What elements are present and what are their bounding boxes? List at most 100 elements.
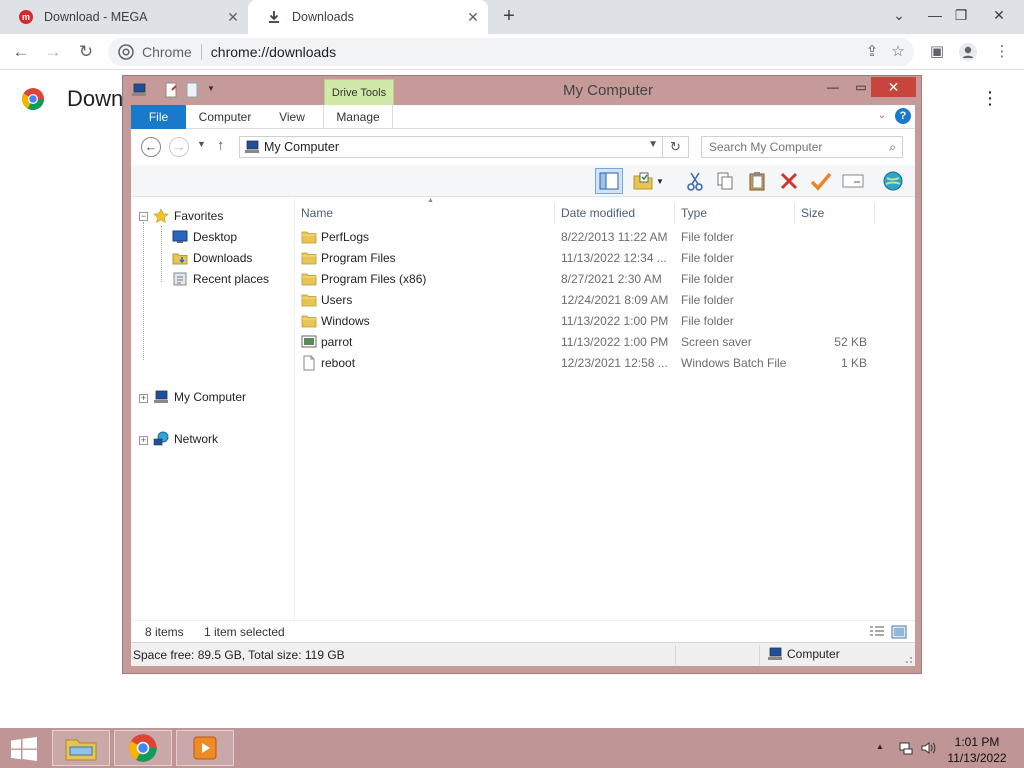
resize-grip-icon[interactable] (903, 654, 913, 664)
tab-manage[interactable]: Manage (323, 105, 393, 129)
minimize-button[interactable]: — (924, 4, 946, 26)
windows-start-icon[interactable] (10, 737, 38, 761)
folder-icon (301, 313, 317, 329)
taskbar-chrome[interactable] (114, 730, 172, 766)
close-window-button[interactable]: ✕ (988, 4, 1010, 26)
chevron-down-icon[interactable]: ▼ (648, 139, 658, 150)
customize-quick-access-icon[interactable]: ▼ (207, 84, 215, 93)
volume-icon[interactable] (920, 740, 936, 756)
desktop-icon (172, 229, 188, 245)
large-icons-view-icon[interactable] (891, 624, 907, 640)
address-text: My Computer (264, 140, 340, 154)
tab-computer[interactable]: Computer (191, 105, 259, 129)
page-title: Down (67, 86, 124, 111)
tab-search-icon[interactable]: ⌄ (888, 4, 910, 26)
column-header-name[interactable]: Name (295, 203, 555, 223)
paste-icon[interactable] (743, 168, 771, 194)
tab-file[interactable]: File (131, 105, 186, 129)
explorer-close-button[interactable]: ✕ (871, 77, 916, 97)
back-arrow-icon[interactable]: ← (10, 41, 32, 63)
copy-icon[interactable] (711, 168, 739, 194)
column-header-size[interactable]: Size (795, 203, 875, 223)
table-row[interactable]: parrot 11/13/2022 1:00 PM Screen saver 52 K… (295, 332, 915, 353)
clock-date[interactable]: 11/13/2022 (940, 751, 1014, 765)
chevron-down-icon[interactable]: ▼ (653, 168, 667, 194)
details-view-icon[interactable] (869, 624, 885, 640)
network-tray-icon[interactable] (898, 740, 914, 756)
nav-favorites[interactable]: Favorites (153, 206, 223, 226)
delete-icon[interactable] (775, 168, 803, 194)
table-row[interactable]: Program Files 11/13/2022 12:34 ... File fo… (295, 248, 915, 269)
collapse-icon[interactable]: − (139, 212, 148, 221)
drive-tools-tab: Drive Tools (324, 79, 394, 106)
tab-view[interactable]: View (269, 105, 315, 129)
ribbon-tabs: File Computer View Manage ⌄ ? (131, 105, 915, 129)
browser-menu-icon[interactable]: ⋮ (992, 42, 1012, 62)
preview-pane-button[interactable] (595, 168, 623, 194)
search-icon[interactable]: ⌕ (889, 140, 896, 155)
column-header-type[interactable]: Type (675, 203, 795, 223)
nav-downloads[interactable]: Downloads (172, 248, 252, 268)
file-type: Windows Batch File (681, 356, 787, 370)
tab-downloads[interactable]: Downloads ✕ (248, 0, 488, 34)
omnibox[interactable]: Chrome chrome://downloads (108, 38, 914, 66)
profile-avatar-icon[interactable] (958, 42, 978, 62)
checkmark-icon[interactable] (807, 168, 835, 194)
column-header-date[interactable]: Date modified (555, 203, 675, 223)
close-icon[interactable]: ✕ (466, 10, 480, 24)
explorer-window: ▼ Drive Tools My Computer — ▭ ✕ File Com… (122, 75, 922, 674)
table-row[interactable]: Program Files (x86) 8/27/2021 2:30 AM File… (295, 269, 915, 290)
omnibox-url[interactable]: chrome://downloads (211, 44, 336, 60)
explorer-minimize-button[interactable]: — (819, 77, 847, 97)
taskbar-file-explorer[interactable] (52, 730, 110, 766)
nav-desktop[interactable]: Desktop (172, 227, 237, 247)
taskbar-media-player[interactable] (176, 730, 234, 766)
bookmark-star-icon[interactable]: ☆ (888, 42, 908, 62)
new-folder-icon[interactable] (185, 82, 201, 98)
table-row[interactable]: reboot 12/23/2021 12:58 ... Windows Batch … (295, 353, 915, 374)
chrome-icon (118, 44, 134, 60)
file-type: File folder (681, 314, 734, 328)
explorer-title-bar[interactable]: ▼ Drive Tools My Computer — ▭ ✕ (123, 76, 921, 106)
address-bar[interactable]: My Computer ▼ (239, 136, 663, 158)
forward-button[interactable]: → (169, 137, 189, 157)
share-icon[interactable]: ⇪ (862, 42, 882, 62)
restore-button[interactable]: ❐ (950, 4, 972, 26)
chevron-down-icon[interactable]: ⌄ (875, 109, 889, 123)
file-type: File folder (681, 293, 734, 307)
tab-download-mega[interactable]: m Download - MEGA ✕ (0, 0, 248, 34)
forward-arrow-icon[interactable]: → (42, 41, 64, 63)
properties-icon[interactable] (163, 82, 179, 98)
close-icon[interactable]: ✕ (226, 10, 240, 24)
side-panel-icon[interactable]: ▣ (927, 42, 947, 62)
search-input[interactable] (702, 140, 872, 154)
expand-icon[interactable]: + (139, 436, 148, 445)
new-tab-button[interactable]: + (499, 6, 519, 26)
up-arrow-icon[interactable]: ↑ (217, 137, 225, 154)
mega-icon: m (18, 9, 34, 25)
clock-time[interactable]: 1:01 PM (940, 735, 1014, 749)
nav-my-computer[interactable]: My Computer (153, 387, 246, 407)
reload-icon[interactable]: ↻ (75, 41, 97, 63)
rename-icon[interactable] (839, 168, 867, 194)
table-row[interactable]: PerfLogs 8/22/2013 11:22 AM File folder (295, 227, 915, 248)
help-icon[interactable]: ? (895, 108, 911, 124)
refresh-button[interactable]: ↻ (663, 136, 689, 158)
back-button[interactable]: ← (141, 137, 161, 157)
table-row[interactable]: Windows 11/13/2022 1:00 PM File folder (295, 311, 915, 332)
nav-recent-places[interactable]: Recent places (172, 269, 269, 289)
show-hidden-icons-icon[interactable]: ▲ (876, 742, 884, 751)
nav-network[interactable]: Network (153, 429, 218, 449)
computer-icon (153, 389, 169, 405)
nav-label: Recent places (193, 272, 270, 286)
globe-icon[interactable] (879, 168, 907, 194)
search-box: ⌕ (701, 136, 903, 158)
file-name: Windows (321, 314, 370, 328)
recent-locations-button[interactable]: ▼ (197, 139, 206, 149)
page-menu-icon[interactable]: ⋮ (980, 88, 1000, 108)
chrome-logo-icon (22, 88, 44, 110)
expand-icon[interactable]: + (139, 394, 148, 403)
cut-icon[interactable] (681, 168, 709, 194)
network-icon (153, 431, 169, 447)
table-row[interactable]: Users 12/24/2021 8:09 AM File folder (295, 290, 915, 311)
